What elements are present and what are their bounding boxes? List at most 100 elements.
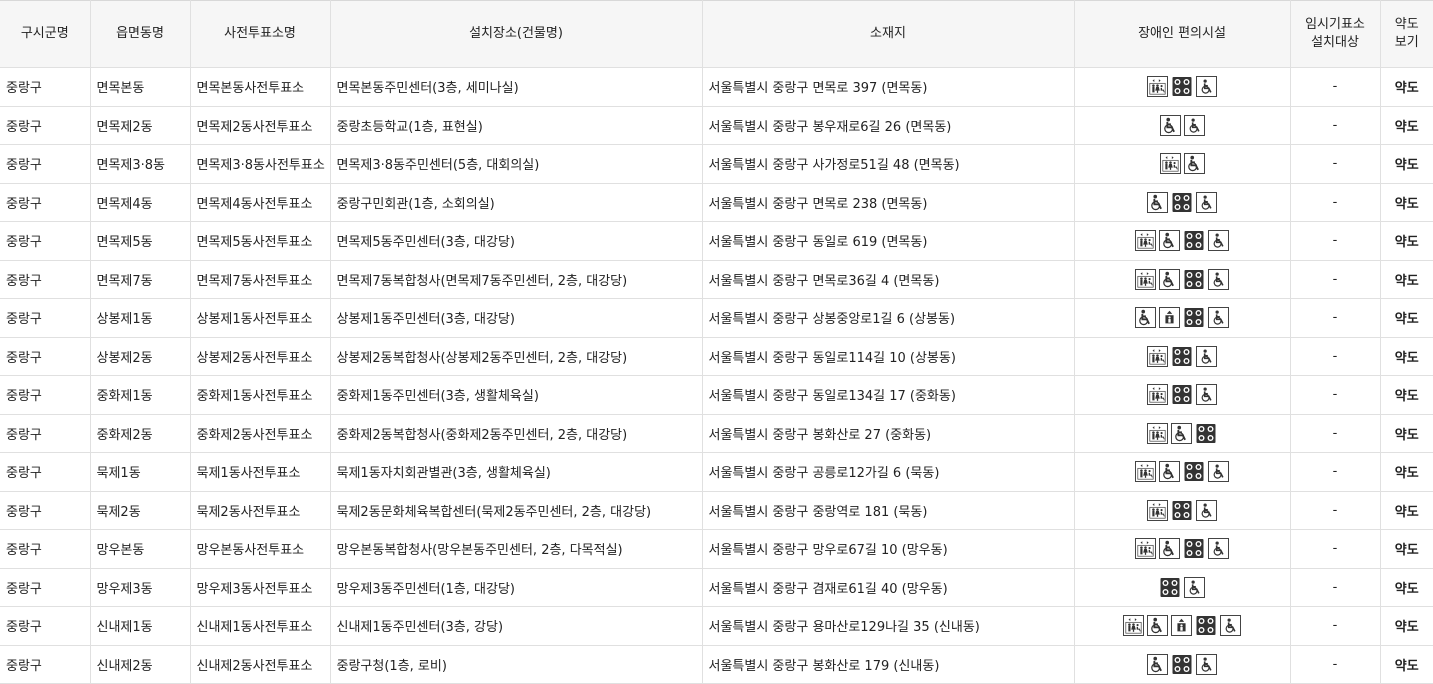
map-link[interactable]: 약도 — [1380, 221, 1433, 261]
cell-dong: 신내제2동 — [90, 645, 191, 684]
braille-block-icon — [1171, 191, 1193, 213]
cell-station: 면목제2동사전투표소 — [190, 106, 331, 145]
cell-sigungu: 중랑구 — [0, 106, 91, 145]
cell-station: 신내제1동사전투표소 — [190, 606, 331, 646]
ramp-icon — [1183, 153, 1205, 175]
braille-block-icon — [1171, 653, 1193, 675]
cell-temp-booth: - — [1290, 298, 1381, 338]
cell-facilities — [1074, 221, 1291, 261]
toilet-icon — [1135, 461, 1156, 483]
braille-block-icon — [1171, 384, 1193, 406]
cell-station: 면목제5동사전투표소 — [190, 221, 331, 261]
toilet-icon — [1147, 499, 1168, 521]
map-link[interactable]: 약도 — [1380, 568, 1433, 607]
cell-dong: 망우본동 — [90, 529, 191, 569]
cell-station: 묵제1동사전투표소 — [190, 452, 331, 492]
table-row: 중랑구 면목제5동 면목제5동사전투표소 면목제5동주민센터(3층, 대강당) 서울특별… — [0, 221, 1433, 261]
cell-station: 중화제1동사전투표소 — [190, 375, 331, 415]
toilet-icon — [1159, 153, 1181, 175]
cell-temp-booth: - — [1290, 106, 1381, 145]
wheelchair-icon — [1184, 576, 1205, 598]
map-link[interactable]: 약도 — [1380, 298, 1433, 338]
cell-address: 서울특별시 중랑구 동일로 619 (면목동) — [702, 221, 1075, 261]
cell-place: 묵제2동문화체육복합센터(묵제2동주민센터, 2층, 대강당) — [330, 491, 703, 530]
cell-station: 면목제3·8동사전투표소 — [190, 144, 331, 184]
braille-block-icon — [1171, 499, 1193, 521]
table-row: 중랑구 면목제7동 면목제7동사전투표소 면목제7동복합청사(면목제7동주민센터, 2… — [0, 260, 1433, 299]
cell-place: 상봉제1동주민센터(3층, 대강당) — [330, 298, 703, 338]
cell-address: 서울특별시 중랑구 망우로67길 10 (망우동) — [702, 529, 1075, 569]
cell-sigungu: 중랑구 — [0, 606, 91, 646]
facility-icons — [1147, 384, 1217, 406]
table-row: 중랑구 중화제2동 중화제2동사전투표소 중화제2동복합청사(중화제2동주민센터, 2… — [0, 414, 1433, 453]
map-link[interactable]: 약도 — [1380, 144, 1433, 184]
map-link[interactable]: 약도 — [1380, 337, 1433, 376]
braille-block-icon — [1195, 615, 1217, 637]
toilet-icon — [1147, 345, 1168, 367]
ramp-icon — [1159, 461, 1180, 483]
ramp-icon — [1147, 653, 1168, 675]
cell-sigungu: 중랑구 — [0, 67, 91, 107]
cell-address: 서울특별시 중랑구 봉우재로6길 26 (면목동) — [702, 106, 1075, 145]
cell-address: 서울특별시 중랑구 용마산로129나길 35 (신내동) — [702, 606, 1075, 646]
cell-dong: 면목제3·8동 — [90, 144, 191, 184]
table-row: 중랑구 신내제1동 신내제1동사전투표소 신내제1동주민센터(3층, 강당) 서울특별시… — [0, 606, 1433, 646]
cell-place: 상봉제2동복합청사(상봉제2동주민센터, 2층, 대강당) — [330, 337, 703, 376]
map-link[interactable]: 약도 — [1380, 67, 1433, 107]
facility-icons — [1147, 76, 1217, 98]
cell-sigungu: 중랑구 — [0, 337, 91, 376]
cell-sigungu: 중랑구 — [0, 414, 91, 453]
map-link[interactable]: 약도 — [1380, 375, 1433, 415]
map-link[interactable]: 약도 — [1380, 491, 1433, 530]
wheelchair-icon — [1208, 230, 1229, 252]
cell-address: 서울특별시 중랑구 공릉로12가길 6 (묵동) — [702, 452, 1075, 492]
cell-temp-booth: - — [1290, 221, 1381, 261]
table-row: 중랑구 상봉제2동 상봉제2동사전투표소 상봉제2동복합청사(상봉제2동주민센터, 2… — [0, 337, 1433, 376]
cell-dong: 중화제2동 — [90, 414, 191, 453]
map-link[interactable]: 약도 — [1380, 183, 1433, 222]
facility-icons — [1135, 538, 1229, 560]
cell-dong: 면목본동 — [90, 67, 191, 107]
map-link[interactable]: 약도 — [1380, 452, 1433, 492]
cell-temp-booth: - — [1290, 260, 1381, 299]
cell-facilities — [1074, 67, 1291, 107]
table-row: 중랑구 망우제3동 망우제3동사전투표소 망우제3동주민센터(1층, 대강당) 서울특별… — [0, 568, 1433, 607]
cell-temp-booth: - — [1290, 645, 1381, 684]
cell-dong: 중화제1동 — [90, 375, 191, 415]
cell-place: 묵제1동자치회관별관(3층, 생활체육실) — [330, 452, 703, 492]
cell-station: 중화제2동사전투표소 — [190, 414, 331, 453]
cell-temp-booth: - — [1290, 529, 1381, 569]
cell-place: 면목제3·8동주민센터(5층, 대회의실) — [330, 144, 703, 184]
map-link[interactable]: 약도 — [1380, 529, 1433, 569]
cell-dong: 신내제1동 — [90, 606, 191, 646]
map-link[interactable]: 약도 — [1380, 260, 1433, 299]
cell-sigungu: 중랑구 — [0, 298, 91, 338]
facility-icons — [1159, 576, 1205, 598]
header-sigungu: 구시군명 — [0, 0, 91, 68]
early-voting-table: 구시군명 읍면동명 사전투표소명 설치장소(건물명) 소재지 장애인 편의시설 … — [0, 0, 1433, 684]
map-link[interactable]: 약도 — [1380, 645, 1433, 684]
elevator-icon — [1171, 615, 1192, 637]
cell-facilities — [1074, 298, 1291, 338]
cell-temp-booth: - — [1290, 568, 1381, 607]
cell-station: 면목본동사전투표소 — [190, 67, 331, 107]
map-link[interactable]: 약도 — [1380, 414, 1433, 453]
braille-block-icon — [1183, 538, 1205, 560]
cell-station: 망우본동사전투표소 — [190, 529, 331, 569]
table-row: 중랑구 면목제3·8동 면목제3·8동사전투표소 면목제3·8동주민센터(5층, 대회… — [0, 144, 1433, 184]
map-link[interactable]: 약도 — [1380, 106, 1433, 145]
cell-address: 서울특별시 중랑구 상봉중앙로1길 6 (상봉동) — [702, 298, 1075, 338]
table-row: 중랑구 면목본동 면목본동사전투표소 면목본동주민센터(3층, 세미나실) 서울특별시 … — [0, 67, 1433, 107]
cell-place: 신내제1동주민센터(3층, 강당) — [330, 606, 703, 646]
cell-sigungu: 중랑구 — [0, 260, 91, 299]
cell-address: 서울특별시 중랑구 중랑역로 181 (묵동) — [702, 491, 1075, 530]
header-row: 구시군명 읍면동명 사전투표소명 설치장소(건물명) 소재지 장애인 편의시설 … — [0, 0, 1433, 68]
cell-temp-booth: - — [1290, 183, 1381, 222]
table-row: 중랑구 면목제4동 면목제4동사전투표소 중랑구민회관(1층, 소회의실) 서울특별시 … — [0, 183, 1433, 222]
cell-address: 서울특별시 중랑구 봉화산로 27 (중화동) — [702, 414, 1075, 453]
map-link[interactable]: 약도 — [1380, 606, 1433, 646]
cell-dong: 면목제4동 — [90, 183, 191, 222]
facility-icons — [1147, 345, 1217, 367]
cell-temp-booth: - — [1290, 67, 1381, 107]
cell-address: 서울특별시 중랑구 동일로134길 17 (중화동) — [702, 375, 1075, 415]
